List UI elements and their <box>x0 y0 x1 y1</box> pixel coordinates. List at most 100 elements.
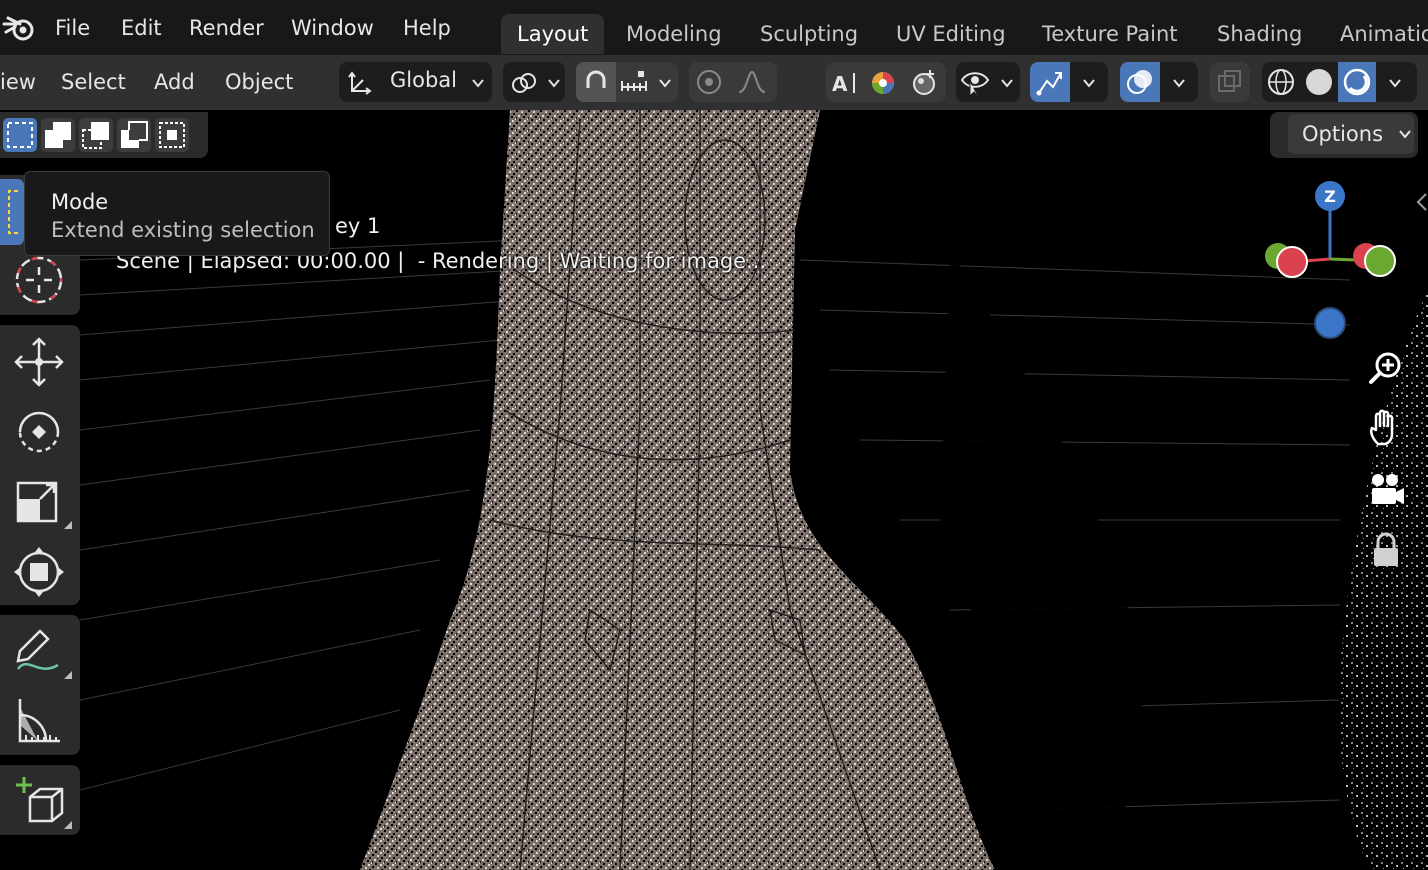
rendered-shading-toggle[interactable] <box>1338 62 1376 102</box>
select-mode-new[interactable] <box>3 118 37 152</box>
tool-select-box[interactable] <box>0 179 24 245</box>
menu-help[interactable]: Help <box>403 14 451 42</box>
tool-add-cube[interactable] <box>4 767 76 833</box>
tool-rotate[interactable] <box>4 397 76 463</box>
xray-toggle[interactable] <box>1210 62 1250 102</box>
tab-texture-paint[interactable]: Texture Paint <box>1026 14 1194 54</box>
falloff-curve-icon[interactable] <box>737 68 767 96</box>
tab-shading[interactable]: Shading <box>1201 14 1318 54</box>
camera-view-icon[interactable] <box>1366 470 1406 510</box>
eye-cursor-icon <box>960 72 990 98</box>
tool-measure[interactable] <box>4 687 76 753</box>
gizmo-neg-z-icon[interactable] <box>1314 307 1346 339</box>
magnet-icon <box>586 70 606 88</box>
pan-hand-icon[interactable] <box>1366 408 1406 448</box>
menu-file[interactable]: File <box>55 14 90 42</box>
overlays-icon <box>1127 70 1152 94</box>
tab-sculpting[interactable]: Sculpting <box>744 14 874 54</box>
tab-modeling[interactable]: Modeling <box>610 14 738 54</box>
select-extend-icon <box>45 122 71 148</box>
orientation-axes-icon <box>348 71 372 95</box>
menu-object[interactable]: Object <box>225 68 293 96</box>
select-new-icon <box>7 122 33 148</box>
submenu-indicator-icon <box>64 821 72 829</box>
text-tool-icon[interactable]: A <box>830 69 860 95</box>
tab-uv-editing[interactable]: UV Editing <box>880 14 1022 54</box>
tab-layout[interactable]: Layout <box>501 14 605 54</box>
tool-annotate[interactable] <box>4 617 76 683</box>
gizmo-x-icon[interactable] <box>1276 246 1308 278</box>
snap-group <box>576 62 678 102</box>
overlays-toggle[interactable] <box>1120 62 1160 102</box>
select-mode-invert[interactable] <box>117 118 151 152</box>
select-mode-intersect[interactable] <box>155 118 189 152</box>
menu-window[interactable]: Window <box>291 14 374 42</box>
cursor-icon <box>15 256 63 304</box>
top-menubar: File Edit Render Window Help Layout Mode… <box>0 0 1428 55</box>
menu-edit[interactable]: Edit <box>121 14 162 42</box>
overlays-dropdown <box>1120 62 1198 102</box>
viewport-shading-group <box>1262 62 1417 102</box>
chevron-down-icon[interactable] <box>1388 76 1402 90</box>
shading-sphere-icon[interactable] <box>910 68 940 98</box>
transform-orientation-dropdown[interactable]: Global <box>339 62 492 102</box>
xray-icon <box>1218 70 1241 92</box>
pivot-point-dropdown[interactable] <box>503 62 565 102</box>
selection-mode-bar <box>0 112 208 158</box>
wireframe-shading-icon[interactable] <box>1266 67 1296 97</box>
menu-view[interactable]: iew <box>0 68 36 96</box>
options-label: Options <box>1302 122 1384 146</box>
navigation-gizmo[interactable]: Z <box>1258 176 1408 342</box>
chevron-down-icon <box>548 79 560 88</box>
rotate-icon <box>18 411 60 453</box>
gizmo-y-icon[interactable] <box>1364 245 1396 277</box>
pivot-link-icon <box>512 73 536 93</box>
blender-logo-icon[interactable] <box>2 12 36 44</box>
tooltip-description: Extend existing selection <box>51 218 315 242</box>
visibility-tools-group: A <box>826 62 946 102</box>
select-mode-extend[interactable] <box>41 118 75 152</box>
zoom-icon[interactable] <box>1366 348 1406 388</box>
solid-shading-icon[interactable] <box>1304 67 1334 97</box>
chevron-down-icon <box>659 79 671 88</box>
select-intersect-icon <box>159 122 185 148</box>
select-subtract-icon <box>82 122 109 149</box>
snap-toggle[interactable] <box>576 62 616 102</box>
transform-icon <box>14 547 64 597</box>
toolbar-add <box>0 765 80 835</box>
gizmo-dropdown <box>1030 62 1108 102</box>
measure-ruler-icon <box>18 699 60 743</box>
gizmo-arrow-icon <box>1036 72 1062 96</box>
selectability-dropdown[interactable] <box>956 62 1020 102</box>
chevron-down-icon[interactable] <box>1172 76 1186 90</box>
tool-move[interactable] <box>4 327 76 393</box>
proportional-editing-icon[interactable] <box>695 68 723 96</box>
menu-render[interactable]: Render <box>189 14 264 42</box>
tooltip: Mode Extend existing selection <box>24 171 330 256</box>
menu-select[interactable]: Select <box>61 68 126 96</box>
annotate-pencil-icon <box>16 629 59 670</box>
orientation-label: Global <box>390 68 457 92</box>
submenu-indicator-icon <box>64 521 72 529</box>
chevron-down-icon <box>1001 79 1013 88</box>
add-cube-icon <box>16 777 64 823</box>
chevron-down-icon <box>472 79 484 88</box>
chevron-down-icon[interactable] <box>1082 76 1096 90</box>
toolbar-transform <box>0 325 80 605</box>
sidebar-toggle-icon[interactable] <box>1414 192 1428 212</box>
proportional-editing-group <box>689 62 777 102</box>
menu-add[interactable]: Add <box>154 68 195 96</box>
tool-scale[interactable] <box>4 467 76 533</box>
select-invert-icon <box>121 121 148 148</box>
snap-increment-icon[interactable] <box>620 69 650 95</box>
tooltip-title: Mode <box>51 190 109 214</box>
tool-transform[interactable] <box>4 537 76 603</box>
svg-text:A: A <box>832 72 848 95</box>
lock-icon[interactable] <box>1366 530 1406 570</box>
select-mode-subtract[interactable] <box>79 118 113 152</box>
gizmo-toggle[interactable] <box>1030 62 1070 102</box>
tab-animation[interactable]: Animatio <box>1324 14 1428 54</box>
shadow-silhouette <box>940 250 1142 870</box>
color-wheel-icon[interactable] <box>870 69 898 97</box>
options-dropdown[interactable]: Options <box>1288 114 1414 154</box>
